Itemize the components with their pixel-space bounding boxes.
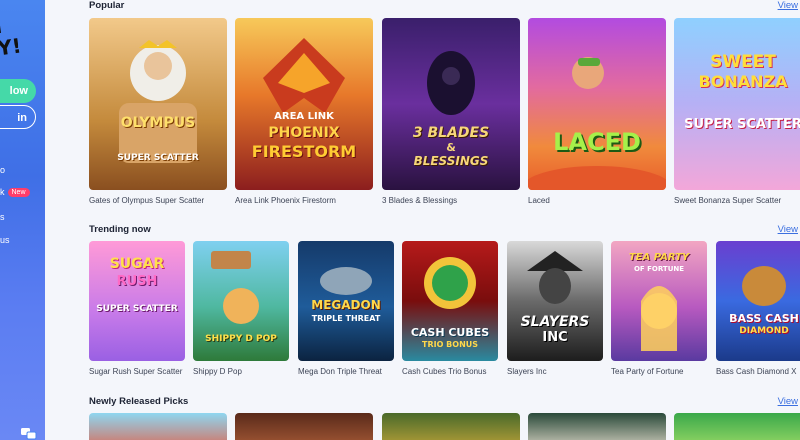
- login-button[interactable]: in: [0, 105, 36, 129]
- game-art-title: SHIPPY D POP: [205, 334, 277, 344]
- main-content: Popular View OLYMPUS SUPER SCATTER Gates…: [45, 0, 800, 440]
- game-card-phoenix-firestorm[interactable]: AREA LINK PHOENIX FIRESTORM: [235, 18, 373, 190]
- game-title[interactable]: Slayers Inc: [507, 367, 547, 376]
- sidebar-item-2[interactable]: k New: [0, 187, 30, 197]
- game-art-subtitle-2: BLESSINGS: [413, 154, 489, 168]
- game-art-title: BASS CASH: [729, 312, 799, 325]
- game-art-subtitle: RUSH: [116, 274, 158, 289]
- game-art-title: SLAYERS: [520, 314, 590, 330]
- game-card-mega-don[interactable]: MEGADON TRIPLE THREAT: [298, 241, 394, 361]
- sidebar: I Y! low in o k New s us: [0, 0, 45, 440]
- game-art-title: 3 BLADES: [412, 125, 490, 141]
- game-art-subtitle: &: [446, 141, 456, 154]
- game-art-subtitle-2: FIRESTORM: [251, 142, 357, 161]
- game-title[interactable]: Gates of Olympus Super Scatter: [89, 196, 204, 205]
- game-art-title: AREA LINK: [274, 111, 334, 122]
- sidebar-item-1[interactable]: o: [0, 165, 5, 175]
- game-title[interactable]: Sweet Bonanza Super Scatter: [674, 196, 781, 205]
- game-art-subtitle-2: SUPER SCATTER: [684, 117, 800, 132]
- game-art-title: OLYMPUS: [120, 115, 196, 131]
- game-card-bass-cash-diamond[interactable]: BASS CASH DIAMOND: [716, 241, 800, 361]
- game-art-subtitle: INC: [542, 330, 568, 345]
- game-art-subtitle: OF FORTUNE: [633, 265, 685, 273]
- game-card-shippy-d-pop[interactable]: SHIPPY D POP: [193, 241, 289, 361]
- game-card-slayers-inc[interactable]: SLAYERS INC: [507, 241, 603, 361]
- game-title[interactable]: 3 Blades & Blessings: [382, 196, 457, 205]
- game-art-title: SWEET: [710, 52, 776, 72]
- section-title-popular: Popular: [89, 0, 125, 11]
- game-card-new-5[interactable]: [674, 413, 800, 440]
- sidebar-item-label: s: [0, 212, 5, 222]
- game-card-new-4[interactable]: [528, 413, 666, 440]
- sidebar-item-label: us: [0, 235, 10, 245]
- game-art-subtitle: SUPER SCATTER: [117, 153, 199, 163]
- game-title[interactable]: Sugar Rush Super Scatter: [89, 367, 182, 376]
- game-title[interactable]: Laced: [528, 196, 550, 205]
- game-title[interactable]: Mega Don Triple Threat: [298, 367, 382, 376]
- game-card-sweet-bonanza[interactable]: SWEET BONANZA SUPER SCATTER: [674, 18, 800, 190]
- game-card-3-blades-blessings[interactable]: 3 BLADES & BLESSINGS: [382, 18, 520, 190]
- game-art-subtitle: DIAMOND: [739, 326, 789, 336]
- game-art-subtitle: TRIPLE THREAT: [311, 314, 381, 323]
- view-all-popular-link[interactable]: View: [778, 0, 798, 11]
- game-card-laced[interactable]: LACED: [528, 18, 666, 190]
- view-all-newly-released-link[interactable]: View: [778, 396, 798, 407]
- chat-icon[interactable]: [20, 426, 38, 440]
- logo-line-2: Y!: [0, 33, 23, 61]
- game-card-gates-of-olympus[interactable]: OLYMPUS SUPER SCATTER: [89, 18, 227, 190]
- game-card-cash-cubes[interactable]: CASH CUBES TRIO BONUS: [402, 241, 498, 361]
- game-title[interactable]: Area Link Phoenix Firestorm: [235, 196, 336, 205]
- game-art: [263, 38, 345, 113]
- game-art-subtitle: TRIO BONUS: [421, 340, 479, 349]
- sidebar-item-4[interactable]: us: [0, 235, 10, 245]
- sidebar-item-label: o: [0, 165, 6, 175]
- game-card-new-3[interactable]: [382, 413, 520, 440]
- sidebar-item-3[interactable]: s: [0, 212, 5, 222]
- game-card-sugar-rush[interactable]: SUGAR RUSH SUPER SCATTER: [89, 241, 185, 361]
- section-title-trending: Trending now: [89, 224, 151, 235]
- game-art-title: CASH CUBES: [410, 326, 490, 339]
- brand-logo[interactable]: I Y!: [0, 13, 23, 61]
- game-art-title: LACED: [553, 128, 641, 156]
- game-art-title: SUGAR: [109, 256, 165, 272]
- game-title[interactable]: Bass Cash Diamond X: [716, 367, 796, 376]
- game-art: [528, 57, 666, 190]
- game-card-new-1[interactable]: [89, 413, 227, 440]
- game-card-tea-party[interactable]: TEA PARTY OF FORTUNE: [611, 241, 707, 361]
- game-art-subtitle-2: SUPER SCATTER: [96, 304, 178, 314]
- view-all-trending-link[interactable]: View: [778, 224, 798, 235]
- game-art-title: MEGADON: [311, 298, 381, 312]
- game-title[interactable]: Tea Party of Fortune: [611, 367, 683, 376]
- game-card-new-2[interactable]: [235, 413, 373, 440]
- signup-button[interactable]: low: [0, 79, 36, 103]
- game-art: [742, 266, 786, 306]
- game-title[interactable]: Cash Cubes Trio Bonus: [402, 367, 487, 376]
- game-art-subtitle: PHOENIX: [268, 125, 340, 141]
- section-title-newly-released: Newly Released Picks: [89, 396, 189, 407]
- sidebar-item-label: k: [0, 187, 5, 197]
- game-art: [119, 40, 197, 163]
- game-art-title: TEA PARTY: [628, 252, 690, 263]
- new-badge: New: [7, 188, 30, 197]
- game-title[interactable]: Shippy D Pop: [193, 367, 242, 376]
- game-art-subtitle: BONANZA: [698, 72, 788, 91]
